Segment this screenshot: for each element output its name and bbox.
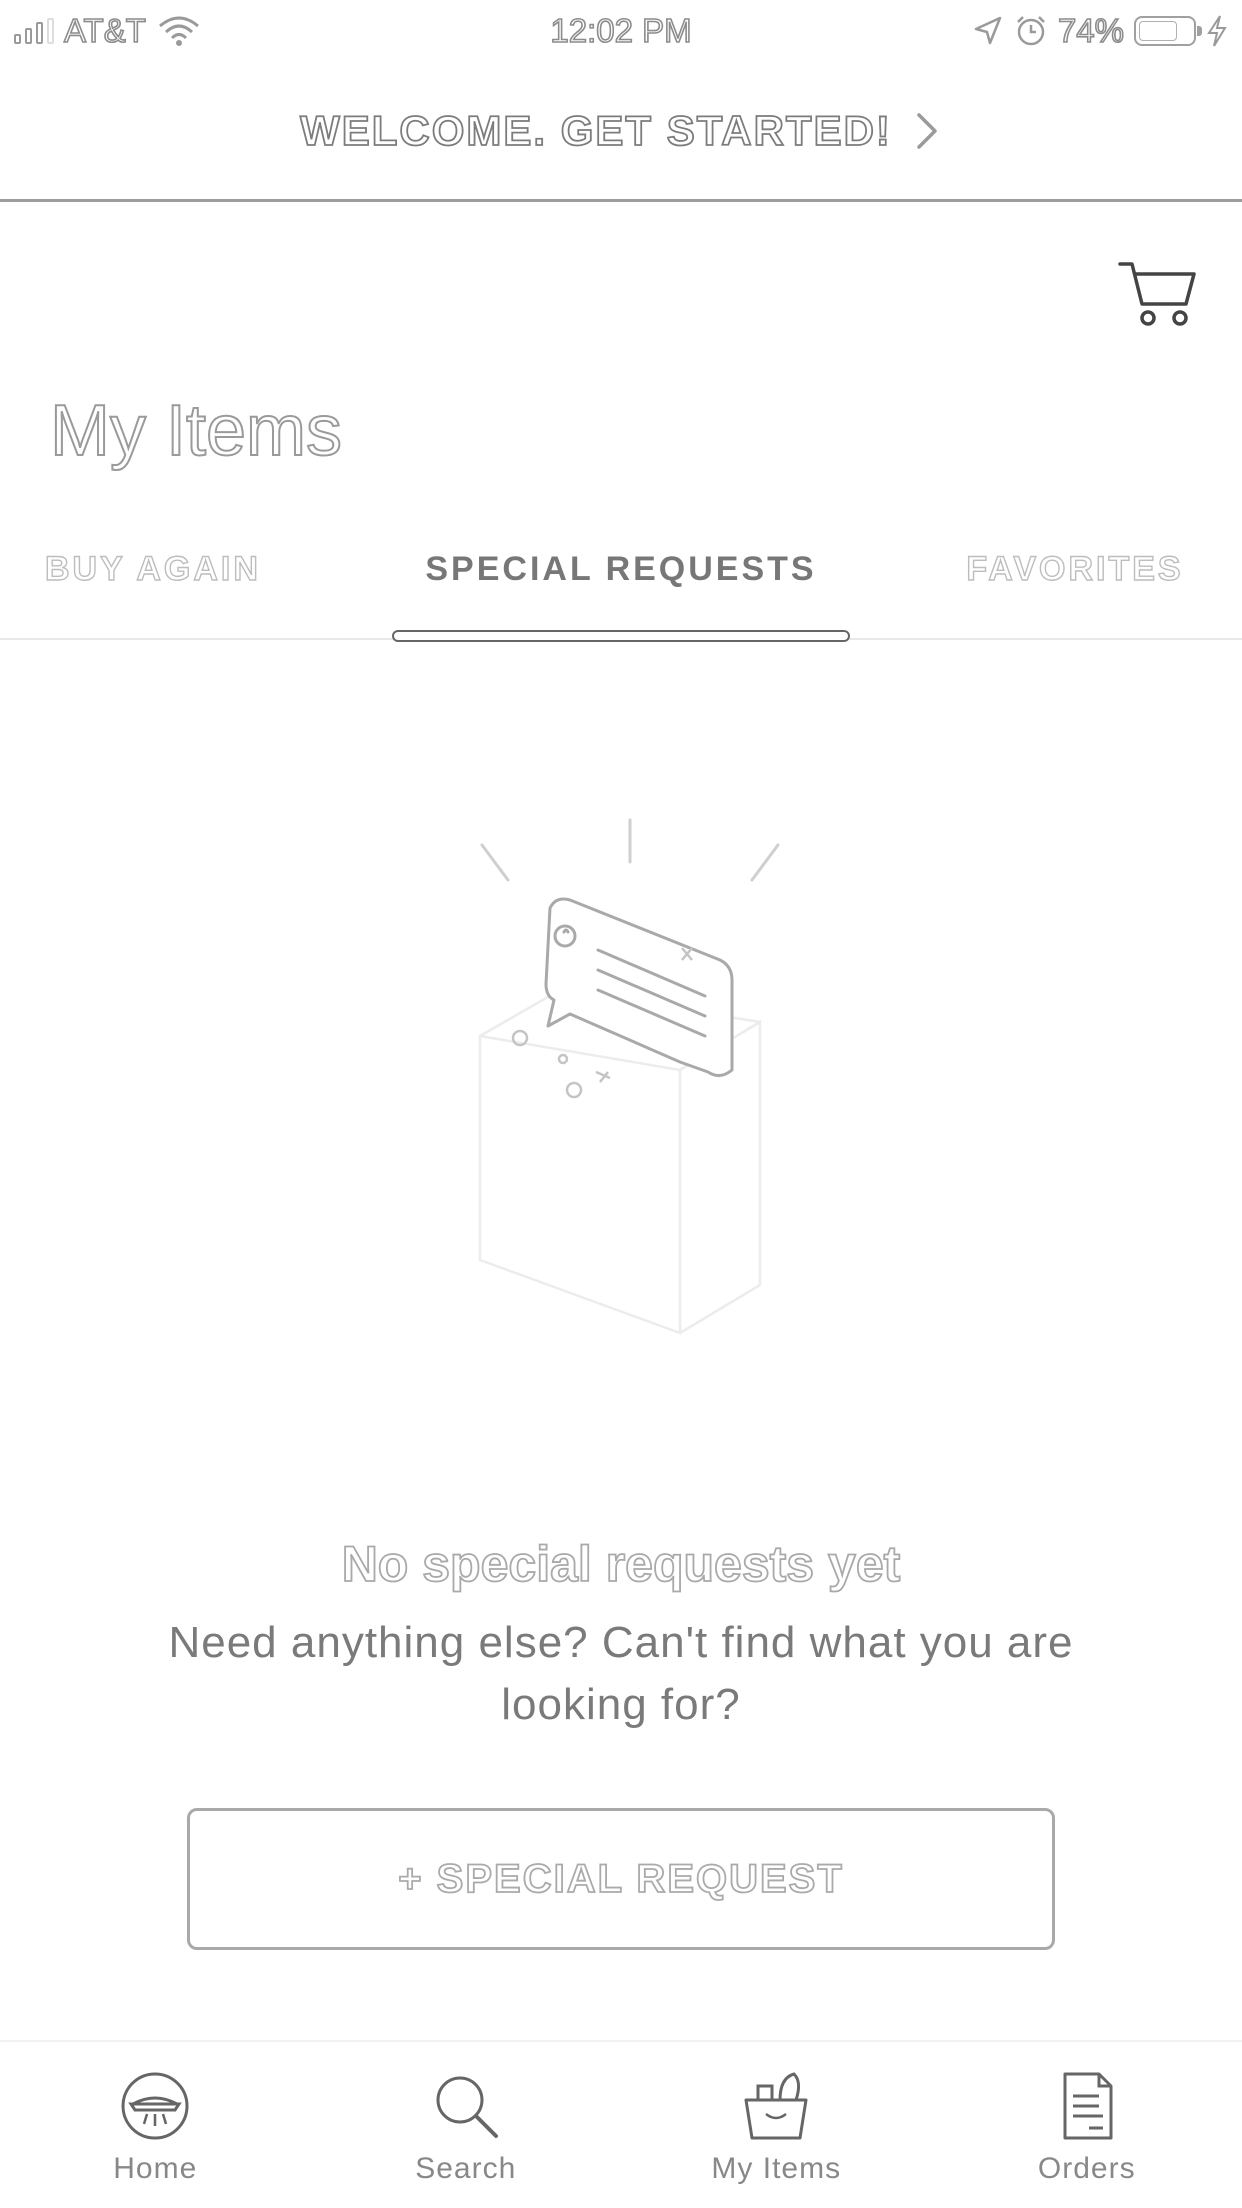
location-icon <box>974 16 1002 45</box>
nav-item-my-items[interactable]: My Items <box>621 2042 932 2208</box>
signal-icon <box>14 18 54 44</box>
home-icon <box>121 2072 189 2140</box>
nav-label-my-items: My Items <box>711 2152 842 2185</box>
add-special-request-button[interactable]: + SPECIAL REQUEST <box>187 1808 1055 1950</box>
page-title: My Items <box>49 390 343 472</box>
status-time: 12:02 PM <box>550 11 693 50</box>
bag-icon <box>744 2072 808 2140</box>
alarm-icon <box>1017 16 1045 46</box>
nav-label-search: Search <box>415 2152 517 2185</box>
charging-icon <box>1207 15 1227 47</box>
add-special-request-label: + SPECIAL REQUEST <box>397 1856 844 1902</box>
tab-buy-again[interactable]: BUY AGAIN <box>44 540 285 640</box>
empty-state-title: No special requests yet <box>341 1535 901 1593</box>
empty-state-subtitle: Need anything else? Can't find what you … <box>168 1618 1074 1729</box>
cart-icon[interactable] <box>1118 258 1198 330</box>
shopping-bag-message-icon <box>478 818 780 1335</box>
carrier-label: AT&T <box>63 11 146 50</box>
battery-percent: 74% <box>1057 11 1125 50</box>
orders-icon <box>1063 2072 1113 2140</box>
tab-bar: BUY AGAIN SPECIAL REQUESTS FAVORITES <box>0 540 1242 642</box>
nav-item-home[interactable]: Home <box>0 2042 311 2208</box>
bottom-nav: Home Search My Items Orders <box>0 2040 1242 2208</box>
chevron-right-icon <box>917 112 937 149</box>
wifi-icon <box>158 16 199 46</box>
nav-item-search[interactable]: Search <box>311 2042 622 2208</box>
nav-item-orders[interactable]: Orders <box>932 2042 1242 2208</box>
battery-icon <box>1134 16 1202 46</box>
welcome-banner[interactable]: WELCOME. GET STARTED! <box>0 62 1242 202</box>
tab-special-requests[interactable]: SPECIAL REQUESTS <box>392 540 850 642</box>
search-icon <box>436 2076 498 2138</box>
banner-text: WELCOME. GET STARTED! <box>299 106 892 155</box>
tab-favorites[interactable]: FAVORITES <box>955 540 1195 640</box>
nav-label-orders: Orders <box>1037 2152 1136 2185</box>
status-bar: AT&T 12:02 PM 74% <box>0 0 1242 62</box>
nav-label-home: Home <box>113 2152 198 2185</box>
